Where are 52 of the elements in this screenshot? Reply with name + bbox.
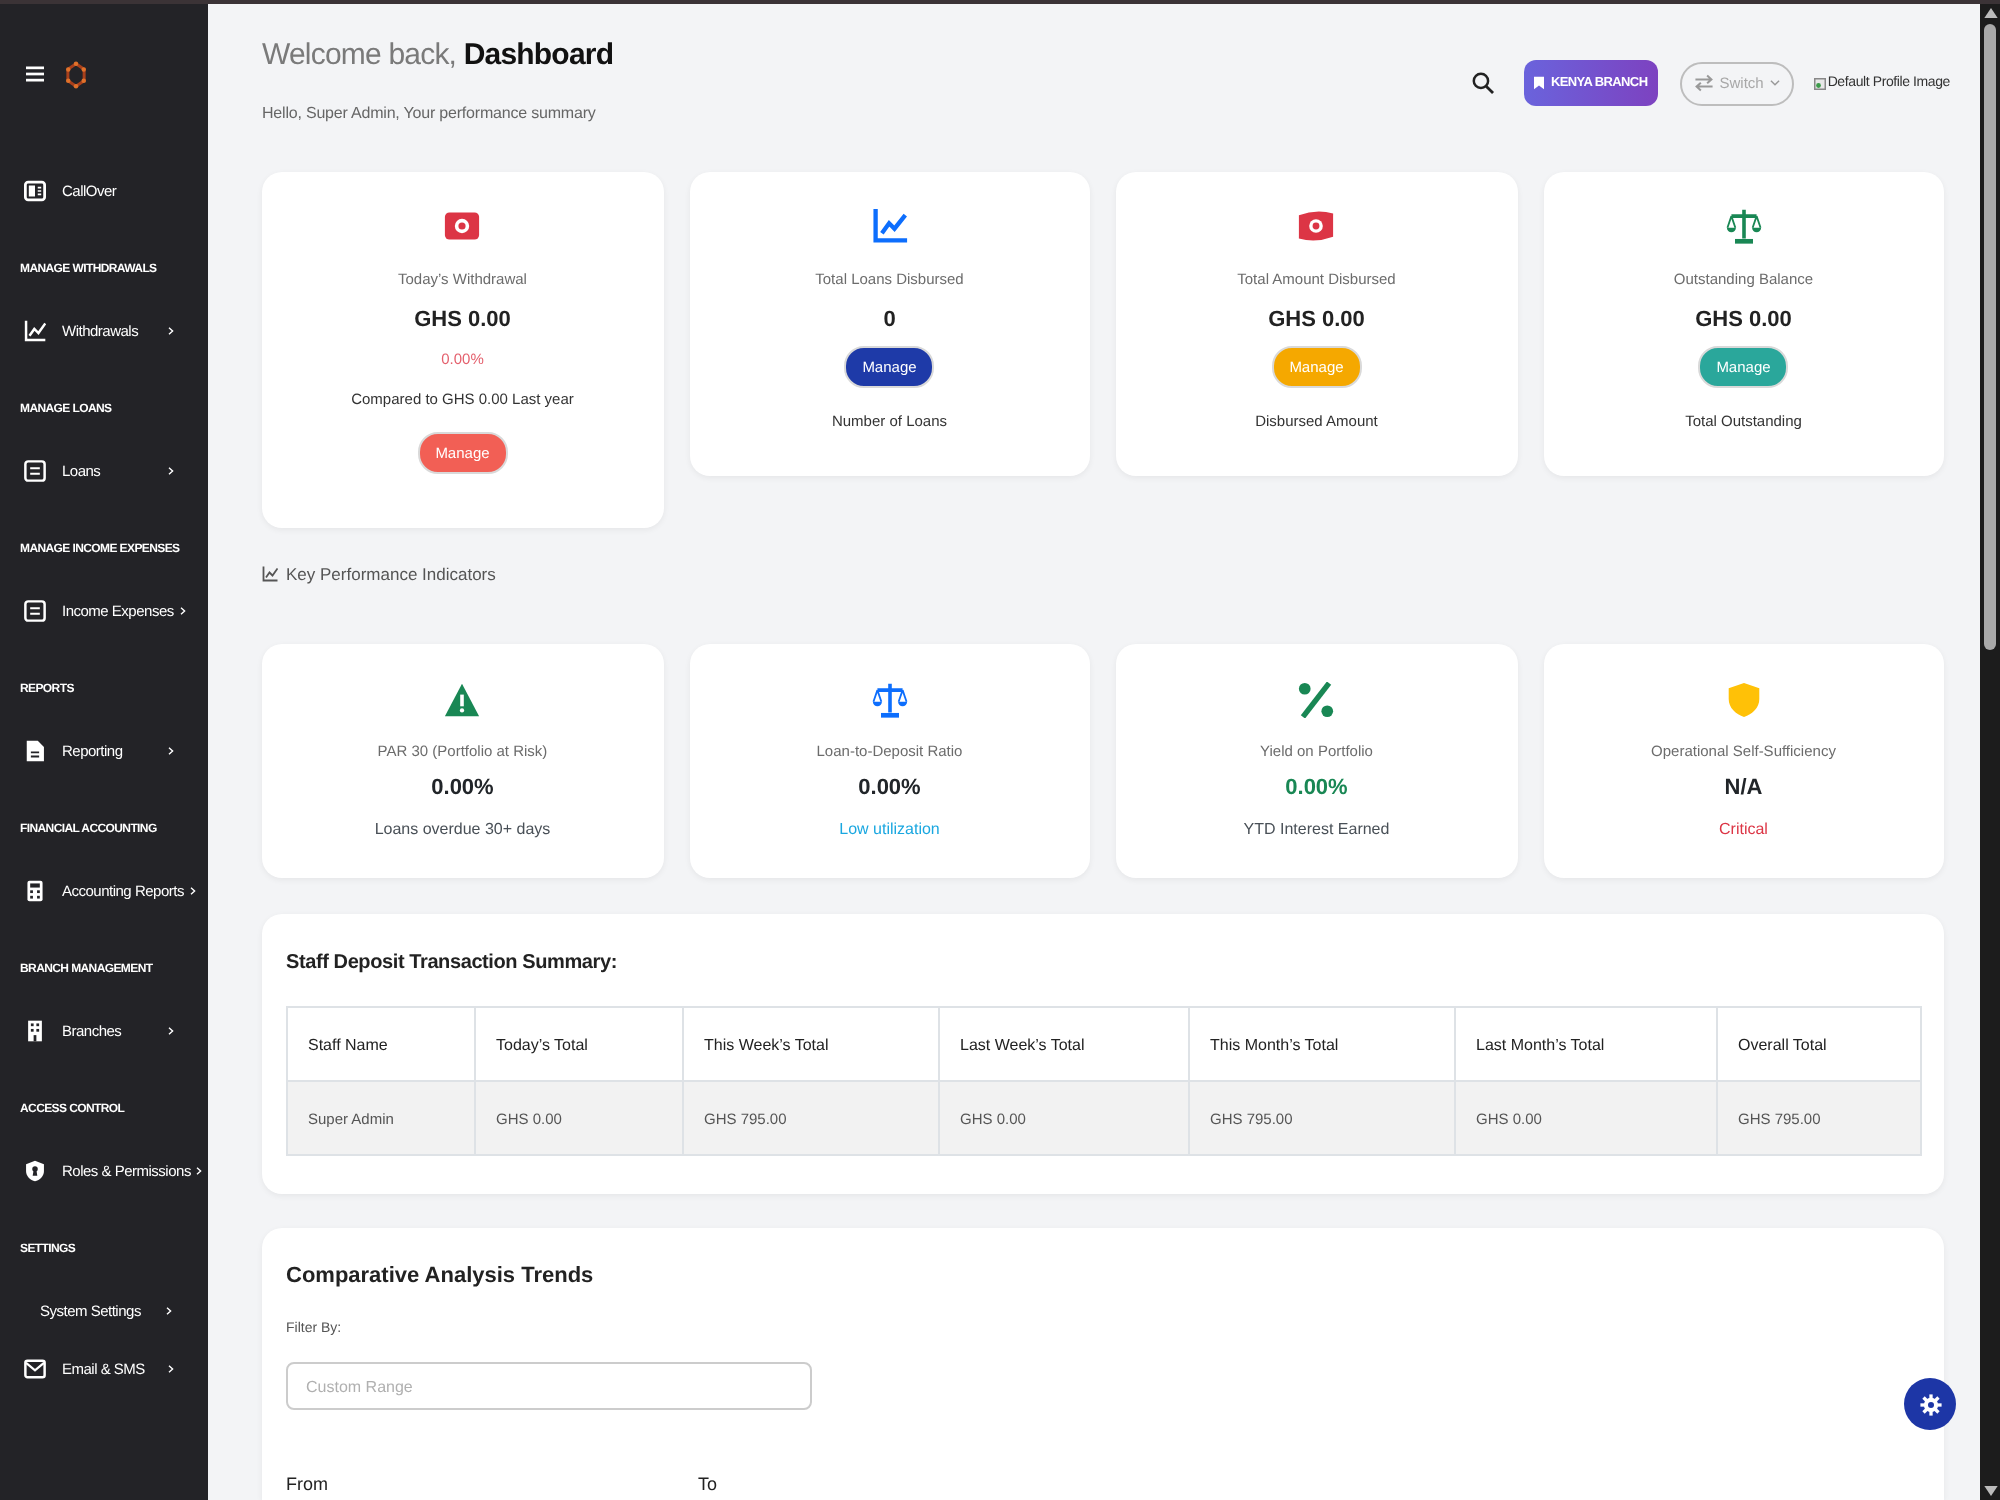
chevron-right-icon <box>196 1165 203 1175</box>
document-icon <box>24 459 46 481</box>
broken-image-icon <box>1813 77 1826 89</box>
caret-down-icon <box>1769 80 1780 86</box>
kpi-note: Critical <box>1719 818 1768 842</box>
calculator-icon <box>24 879 46 901</box>
card-value: GHS 0.00 <box>414 306 511 334</box>
logo-icon <box>66 59 86 89</box>
shield-icon <box>24 1159 46 1181</box>
file-icon <box>24 739 46 761</box>
chevron-right-icon <box>168 1363 174 1373</box>
analysis-title: Comparative Analysis Trends <box>286 1262 594 1290</box>
chevron-right-icon <box>168 325 174 335</box>
line-chart-icon <box>262 566 278 582</box>
chevron-right-icon <box>168 745 174 755</box>
layout-icon <box>24 179 46 201</box>
mail-icon <box>24 1357 46 1379</box>
search-icon[interactable] <box>1472 72 1495 94</box>
column-header: Staff Name <box>287 1007 475 1081</box>
bookmark-icon <box>1534 76 1545 90</box>
table-title: Staff Deposit Transaction Summary: <box>286 952 619 976</box>
line-chart-icon <box>24 319 46 341</box>
scroll-down-icon[interactable] <box>1983 1486 1997 1496</box>
scrollbar[interactable] <box>1980 4 2000 1500</box>
scrollbar-thumb[interactable] <box>1984 24 1996 650</box>
card-value: GHS 0.00 <box>1695 306 1792 334</box>
kpi-note: Loans overdue 30+ days <box>374 818 551 842</box>
kpi-note: Low utilization <box>839 818 940 842</box>
page-title: Welcome back, Dashboard <box>262 36 614 76</box>
chevron-right-icon <box>189 885 196 895</box>
section-title: Key Performance Indicators <box>286 562 496 586</box>
gear-icon <box>1919 1393 1941 1415</box>
custom-range-field[interactable]: Custom Range <box>286 1362 812 1410</box>
card-value: 0 <box>883 306 896 334</box>
card-value: GHS 0.00 <box>1268 306 1365 334</box>
swap-arrows-icon <box>1693 74 1714 92</box>
chevron-right-icon <box>179 605 186 615</box>
to-label: To <box>698 1472 718 1496</box>
page-subtitle: Hello, Super Admin, Your performance summary <box>262 102 598 126</box>
from-label: From <box>286 1472 330 1496</box>
chevron-right-icon <box>168 465 174 475</box>
scroll-up-icon[interactable] <box>1983 8 1997 18</box>
kpi-value: 0.00% <box>1285 774 1348 802</box>
chevron-right-icon <box>168 1025 174 1035</box>
kpi-note: YTD Interest Earned <box>1243 818 1390 842</box>
building-icon <box>24 1019 46 1041</box>
kpi-value: 0.00% <box>858 774 921 802</box>
chevron-right-icon <box>166 1305 172 1315</box>
menu-icon[interactable] <box>26 66 44 82</box>
kpi-value: N/A <box>1724 774 1763 802</box>
document-icon <box>24 599 46 621</box>
kpi-value: 0.00% <box>431 774 494 802</box>
